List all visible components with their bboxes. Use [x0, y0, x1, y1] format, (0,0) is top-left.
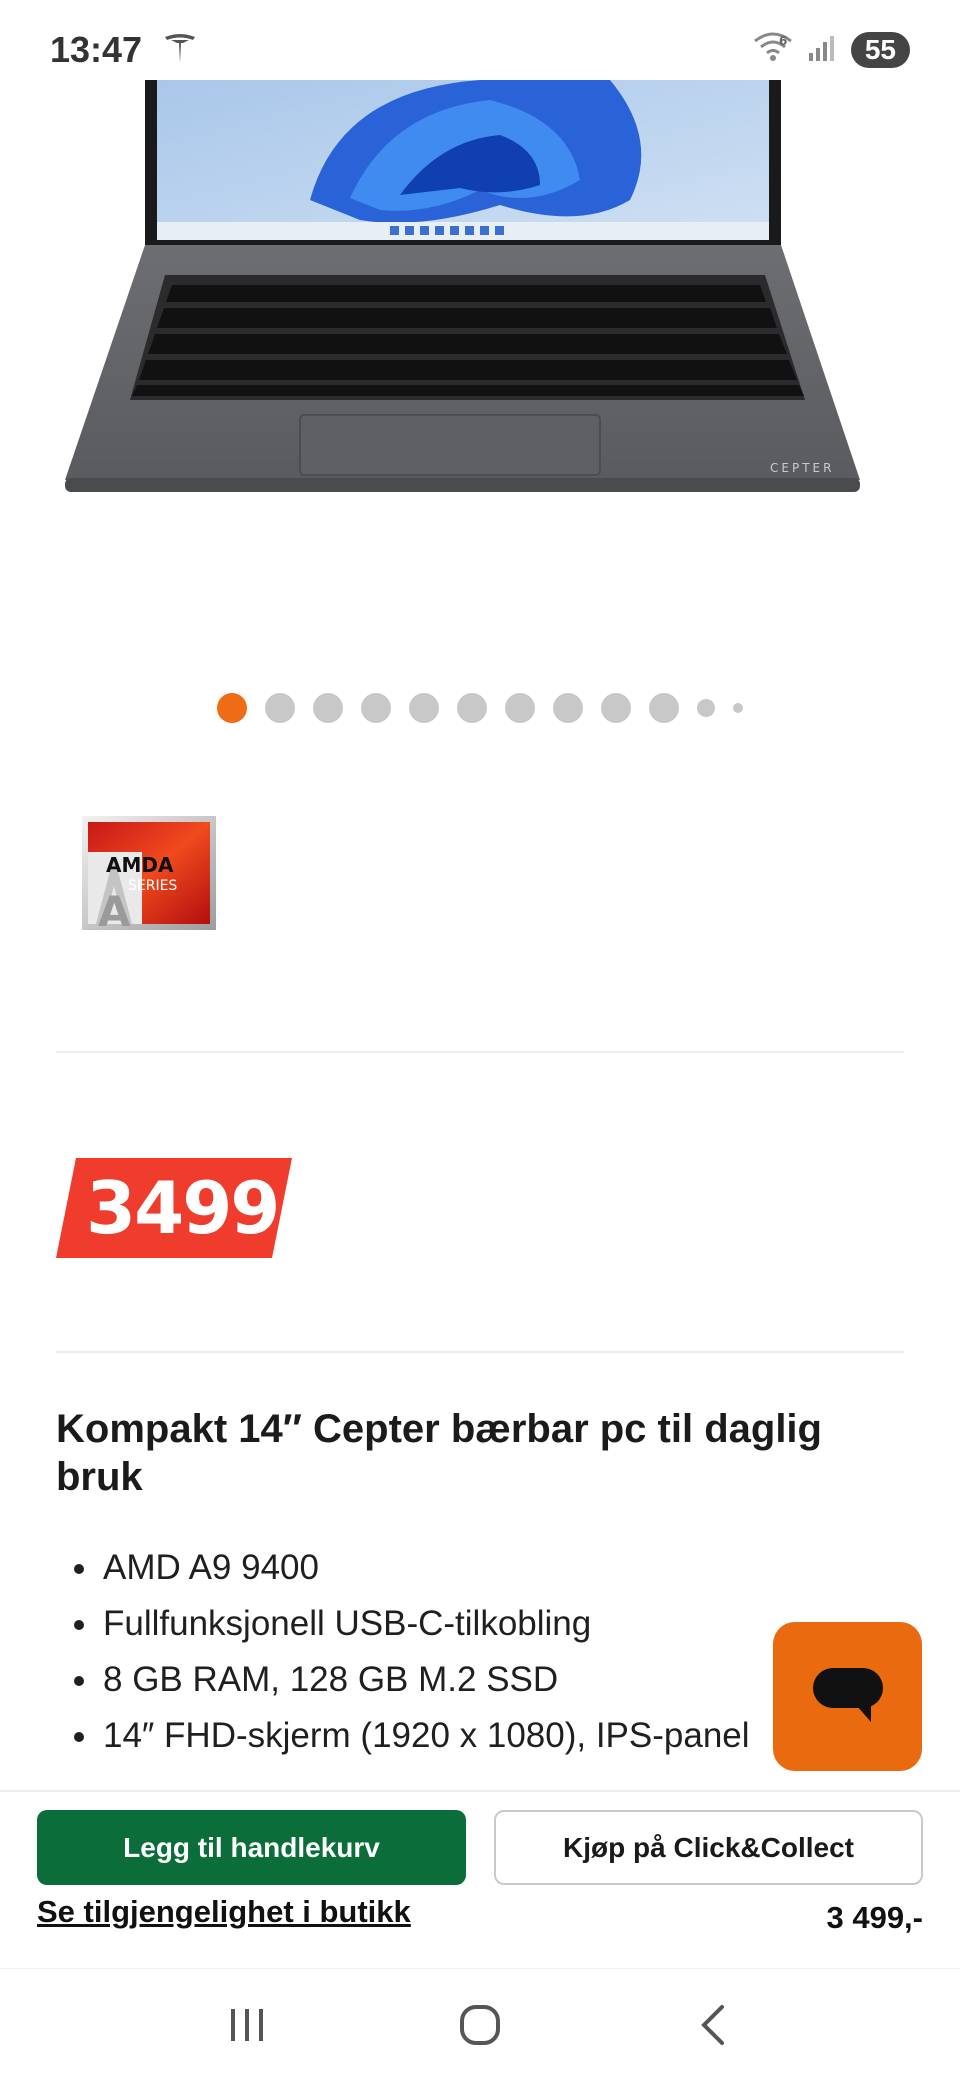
carousel-dot[interactable] — [733, 703, 743, 713]
price-value: 3499 — [86, 1166, 280, 1250]
carousel-dot[interactable] — [361, 693, 391, 723]
spec-item: 14″ FHD-skjerm (1920 x 1080), IPS-panel — [56, 1708, 816, 1764]
product-image[interactable]: CEPTER — [60, 80, 900, 500]
carousel-dot-active[interactable] — [217, 693, 247, 723]
carousel-dot[interactable] — [697, 699, 715, 717]
back-icon[interactable] — [673, 1985, 753, 2065]
carousel-dot[interactable] — [265, 693, 295, 723]
battery-icon: 55 — [850, 32, 910, 68]
laptop-brand-mark: CEPTER — [770, 461, 834, 475]
carousel-dots[interactable] — [0, 693, 960, 723]
add-to-cart-button[interactable]: Legg til handlekurv — [37, 1810, 466, 1885]
click-collect-button[interactable]: Kjøp på Click&Collect — [494, 1810, 923, 1885]
svg-text:AMDA: AMDA — [106, 853, 174, 877]
laptop-illustration: CEPTER — [65, 80, 860, 492]
clock: 13:47 — [50, 29, 143, 70]
carousel-dot[interactable] — [313, 693, 343, 723]
wifi-6-icon: 6 — [753, 31, 793, 70]
svg-text:6: 6 — [779, 34, 787, 48]
spec-item: 8 GB RAM, 128 GB M.2 SSD — [56, 1652, 816, 1708]
product-page: 13:47 6 55 CEPTER AMDA SERIES A 3499 Kom… — [0, 0, 960, 2080]
carousel-dot[interactable] — [601, 693, 631, 723]
carousel-dot[interactable] — [553, 693, 583, 723]
amd-a-series-badge[interactable]: AMDA SERIES A — [82, 816, 216, 936]
carousel-dot[interactable] — [649, 693, 679, 723]
status-bar: 13:47 6 55 — [0, 0, 960, 100]
home-icon[interactable] — [440, 1985, 520, 2065]
purchase-panel: Legg til handlekurv Kjøp på Click&Collec… — [0, 1790, 960, 1968]
carousel-dot[interactable] — [457, 693, 487, 723]
signal-icon — [807, 33, 837, 68]
svg-text:A: A — [98, 887, 131, 930]
product-title: Kompakt 14″ Cepter bærbar pc til daglig … — [56, 1407, 822, 1499]
carousel-dot[interactable] — [505, 693, 535, 723]
panel-price: 3 499,- — [826, 1900, 923, 1935]
recent-apps-icon[interactable] — [207, 1985, 287, 2065]
spec-item: AMD A9 9400 — [56, 1540, 816, 1596]
tesla-icon — [162, 30, 198, 71]
chat-bubble-icon — [812, 1667, 883, 1722]
store-availability-link[interactable]: Se tilgjengelighet i butikk — [37, 1894, 411, 1930]
divider — [56, 1051, 904, 1053]
price-badge: 3499 — [56, 1158, 292, 1258]
svg-text:SERIES: SERIES — [128, 878, 177, 894]
divider — [56, 1351, 904, 1353]
spec-item: Fullfunksjonell USB-C-tilkobling — [56, 1596, 816, 1652]
system-nav-bar — [0, 1968, 960, 2080]
chat-button[interactable] — [773, 1622, 922, 1771]
carousel-dot[interactable] — [409, 693, 439, 723]
spec-list: AMD A9 9400 Fullfunksjonell USB-C-tilkob… — [56, 1540, 816, 1764]
